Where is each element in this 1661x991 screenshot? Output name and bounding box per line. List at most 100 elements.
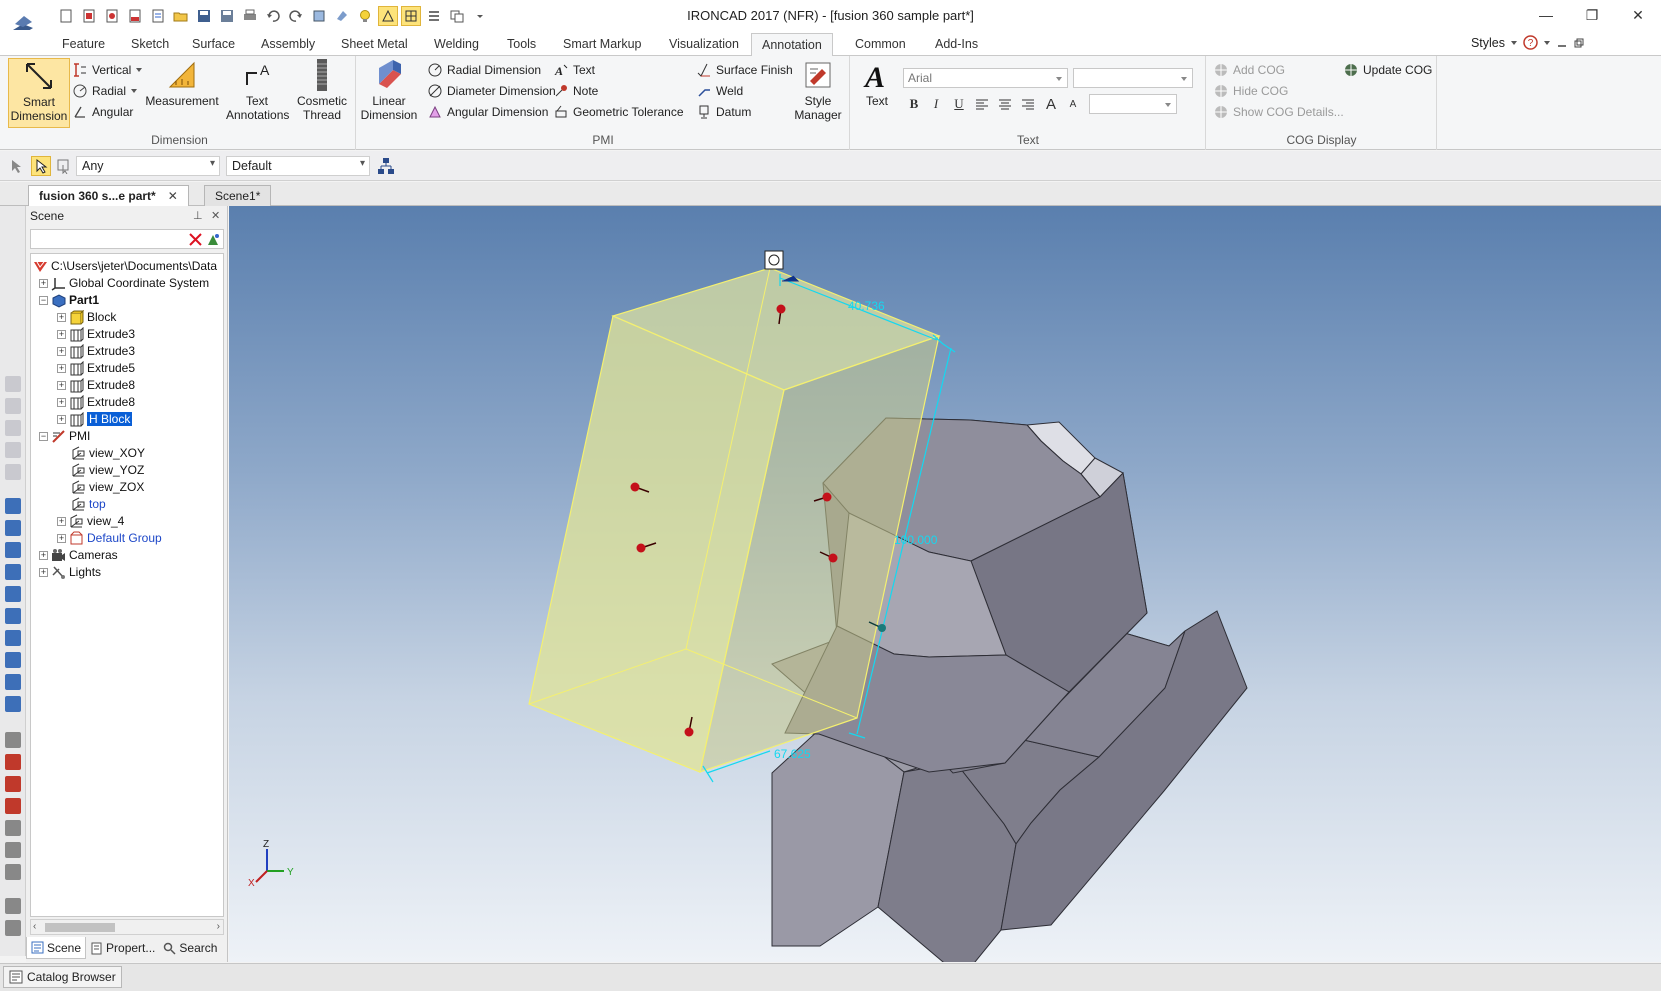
view-back-icon[interactable]: [5, 520, 21, 536]
ruler-tool-icon[interactable]: [5, 920, 21, 936]
tree-item-default-group[interactable]: + Default Group: [57, 529, 162, 547]
tree-item-pmi[interactable]: − PMI: [39, 427, 90, 445]
tree-item-part1[interactable]: − Part1: [39, 291, 99, 309]
geometric-tolerance-button[interactable]: Geometric Tolerance: [553, 102, 684, 122]
show-cog-details-button[interactable]: Show COG Details...: [1213, 102, 1344, 122]
angular-dimension-button[interactable]: Angular Dimension: [427, 102, 548, 122]
tree-item-extrude3[interactable]: + Extrude3: [57, 325, 135, 343]
angle-tool-icon[interactable]: [5, 820, 21, 836]
expand-icon[interactable]: +: [57, 533, 66, 543]
radial-dimension-button[interactable]: Radial Dimension: [427, 60, 541, 80]
expand-icon[interactable]: +: [39, 278, 48, 288]
pmi-text-button[interactable]: A Text: [553, 60, 595, 80]
catalog-browser-button[interactable]: Catalog Browser: [3, 966, 122, 988]
align-left-button[interactable]: [972, 94, 992, 114]
select-button[interactable]: [31, 156, 51, 176]
collapse-icon[interactable]: −: [39, 295, 48, 305]
collapse-icon[interactable]: −: [39, 431, 48, 441]
tab-visualization[interactable]: Visualization: [659, 33, 749, 56]
bold-button[interactable]: B: [904, 94, 924, 114]
3d-viewport[interactable]: 40.736 100.000 67.625 Z Y X: [229, 206, 1661, 962]
tree-horizontal-scrollbar[interactable]: ‹ ›: [30, 919, 224, 935]
angular-dimension-small-button[interactable]: Angular: [72, 102, 133, 122]
help-dropdown-icon[interactable]: [1543, 39, 1551, 47]
tab-welding[interactable]: Welding: [424, 33, 489, 56]
select-faces-icon[interactable]: [56, 158, 72, 174]
filter-options-icon[interactable]: [206, 232, 221, 247]
text-annotations-button[interactable]: A Text Annotations: [226, 58, 289, 122]
expand-icon[interactable]: +: [57, 414, 66, 424]
clip-plane-icon[interactable]: [5, 798, 21, 814]
tree-item-global-coordinate-system[interactable]: + Global Coordinate System: [39, 274, 209, 292]
view-bottom-icon[interactable]: [5, 608, 21, 624]
style-manager-button[interactable]: Style Manager: [790, 58, 846, 122]
measure-distance-icon[interactable]: [5, 732, 21, 748]
selection-filter-select[interactable]: Any ▾: [76, 156, 220, 176]
panel-tab-scene[interactable]: Scene: [26, 937, 87, 959]
tree-item-block[interactable]: + Block: [57, 308, 116, 326]
shaded-view-icon[interactable]: [5, 652, 21, 668]
dimension-value-height[interactable]: 100.000: [894, 533, 938, 547]
weld-button[interactable]: Weld: [696, 81, 743, 101]
tab-common[interactable]: Common: [845, 33, 916, 56]
surface-finish-button[interactable]: Surface Finish: [696, 60, 793, 80]
doc-tab-scene1[interactable]: Scene1*: [204, 185, 272, 206]
tree-item-lights[interactable]: + Lights: [39, 563, 101, 581]
tree-item-scene-root[interactable]: C:\Users\jeter\Documents\Data: [33, 257, 217, 275]
scroll-right-icon[interactable]: ›: [217, 921, 220, 932]
update-cog-button[interactable]: Update COG: [1343, 60, 1432, 80]
expand-icon[interactable]: +: [57, 380, 66, 390]
styles-menu[interactable]: Styles ?: [1471, 35, 1585, 50]
panel-tab-search[interactable]: Search: [159, 937, 221, 959]
rotate-tool-icon[interactable]: [5, 398, 21, 414]
expand-icon[interactable]: +: [39, 550, 48, 560]
tree-item-view-4[interactable]: + view_4: [57, 512, 124, 530]
clear-filter-icon[interactable]: [188, 232, 203, 247]
font-select[interactable]: Arial: [903, 68, 1068, 88]
expand-icon[interactable]: +: [39, 567, 48, 577]
pin-icon[interactable]: ⊥: [193, 209, 203, 222]
wireframe-view-icon[interactable]: [5, 674, 21, 690]
help-icon[interactable]: ?: [1523, 35, 1538, 50]
pane-restore-icon[interactable]: [1573, 37, 1585, 49]
fit-tool-icon[interactable]: [5, 464, 21, 480]
view-right-icon[interactable]: [5, 564, 21, 580]
tree-item-cameras[interactable]: + Cameras: [39, 546, 118, 564]
linear-dimension-button[interactable]: Linear Dimension: [359, 58, 419, 122]
scrollbar-thumb[interactable]: [45, 923, 115, 932]
pointer-tool-icon[interactable]: [5, 898, 21, 914]
italic-button[interactable]: I: [926, 94, 946, 114]
expand-icon[interactable]: +: [57, 363, 66, 373]
expand-icon[interactable]: +: [57, 312, 66, 322]
measurement-button[interactable]: Measurement: [142, 58, 222, 108]
diameter-dimension-button[interactable]: Diameter Dimension: [427, 81, 556, 101]
tree-item-extrude8[interactable]: + Extrude8: [57, 376, 135, 394]
tab-surface[interactable]: Surface: [182, 33, 245, 56]
pane-minimize-icon[interactable]: [1556, 37, 1568, 49]
hide-cog-button[interactable]: Hide COG: [1213, 81, 1288, 101]
cosmetic-thread-button[interactable]: Cosmetic Thread: [292, 58, 352, 122]
tree-item-top[interactable]: top: [71, 495, 106, 513]
style-select[interactable]: Default ▾: [226, 156, 370, 176]
panel-tab-properties[interactable]: Propert...: [86, 937, 159, 959]
smart-dimension-button[interactable]: Smart Dimension: [8, 58, 70, 128]
zoom-tool-icon[interactable]: [5, 420, 21, 436]
text-button[interactable]: A Text: [855, 58, 899, 108]
add-cog-button[interactable]: Add COG: [1213, 60, 1285, 80]
expand-icon[interactable]: +: [57, 516, 66, 526]
tab-assembly[interactable]: Assembly: [251, 33, 325, 56]
tab-sheet-metal[interactable]: Sheet Metal: [331, 33, 418, 56]
note-button[interactable]: Note: [553, 81, 598, 101]
view-front-icon[interactable]: [5, 498, 21, 514]
view-iso-icon[interactable]: [5, 630, 21, 646]
hierarchy-icon[interactable]: [377, 157, 395, 175]
move-tool-icon[interactable]: [5, 376, 21, 392]
tab-add-ins[interactable]: Add-Ins: [925, 33, 988, 56]
dimension-value-depth[interactable]: 67.625: [774, 747, 811, 761]
tab-smart-markup[interactable]: Smart Markup: [553, 33, 652, 56]
shrink-font-button[interactable]: A: [1063, 94, 1083, 114]
select-parts-icon[interactable]: [9, 158, 25, 174]
view-top-icon[interactable]: [5, 586, 21, 602]
expand-icon[interactable]: +: [57, 346, 66, 356]
restore-button[interactable]: ❐: [1569, 0, 1615, 30]
